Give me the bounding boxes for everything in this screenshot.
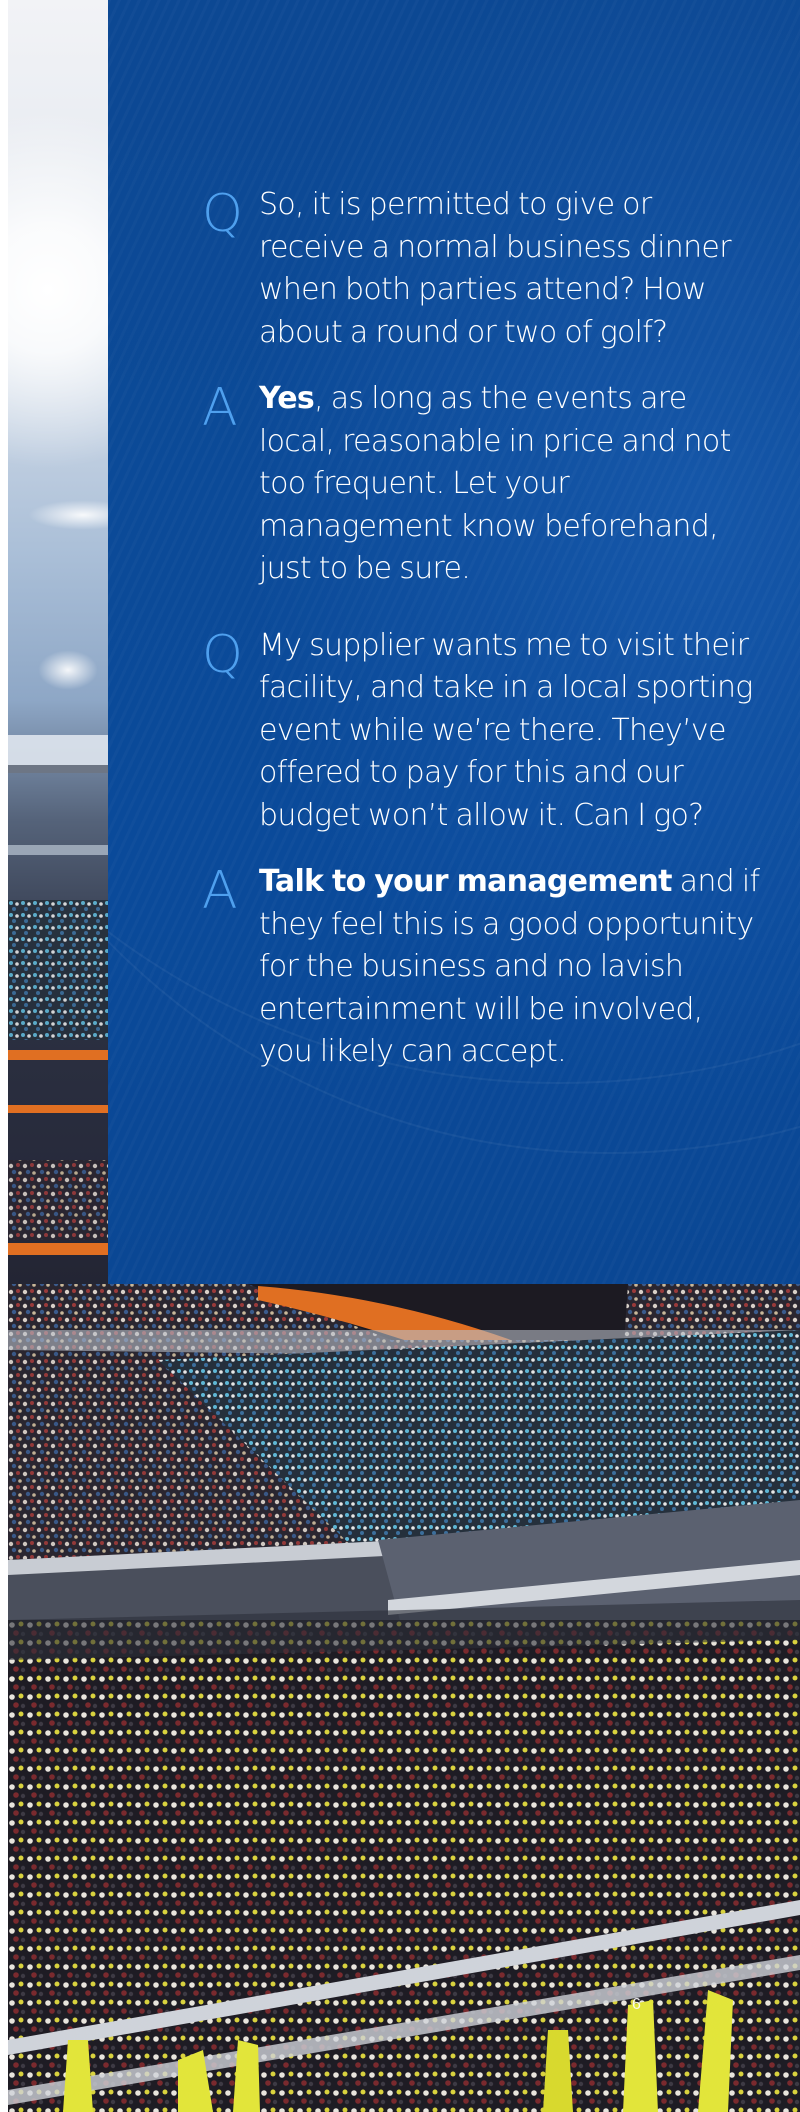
- answer-lead: Talk to your management: [259, 864, 673, 899]
- qa-list: Q So, it is permitted to give or receive…: [202, 184, 762, 1098]
- question-body: So, it is permitted to give or receive a…: [259, 187, 732, 350]
- page-number: 6: [632, 1996, 641, 2013]
- qa-answer: A Yes, as long as the events are local, …: [202, 378, 762, 591]
- qa-answer: A Talk to your management and if they fe…: [202, 861, 762, 1074]
- question-marker: Q: [202, 624, 243, 685]
- answer-body: , as long as the events are local, reaso…: [259, 381, 731, 586]
- answer-lead: Yes: [259, 381, 315, 416]
- qa-panel: Q So, it is permitted to give or receive…: [108, 0, 800, 1284]
- qa-question: Q So, it is permitted to give or receive…: [202, 184, 762, 354]
- answer-text: Talk to your management and if they feel…: [259, 861, 762, 1074]
- answer-marker: A: [202, 861, 238, 921]
- answer-marker: A: [202, 378, 238, 438]
- question-marker: Q: [202, 184, 243, 244]
- answer-text: Yes, as long as the events are local, re…: [259, 378, 762, 591]
- question-text: My supplier wants me to visit their faci…: [259, 625, 762, 838]
- question-text: So, it is permitted to give or receive a…: [259, 184, 762, 354]
- question-body: My supplier wants me to visit their faci…: [259, 627, 753, 833]
- qa-question: Q My supplier wants me to visit their fa…: [202, 625, 762, 838]
